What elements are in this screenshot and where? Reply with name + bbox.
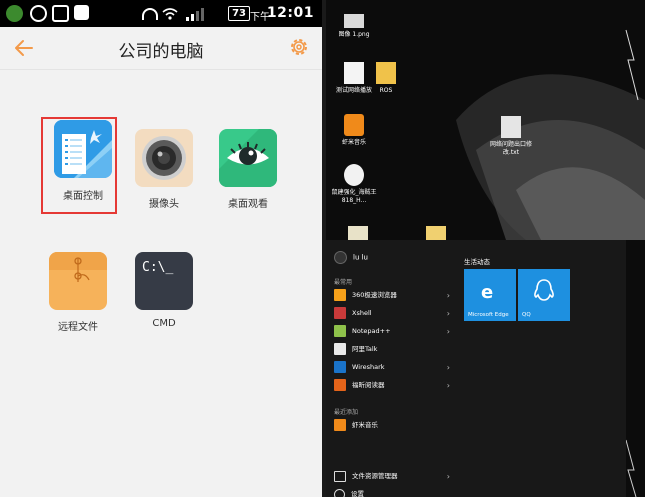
start-item-label: 虾米音乐 [352, 421, 378, 429]
app-desktop-control[interactable]: 桌面控制 [43, 120, 123, 202]
start-item-label: Wireshark [352, 363, 385, 371]
desktop-icon[interactable]: 网络问题出口修改.txt [482, 116, 540, 157]
desktop-icon[interactable]: 虾米音乐 [330, 114, 378, 147]
wifi-icon [162, 6, 178, 20]
status-bar: 73 下午 12:01 [0, 0, 322, 27]
mouse-app-icon [344, 164, 364, 186]
app-remote-files[interactable]: 远程文件 [38, 252, 118, 333]
start-menu: lu lu 最常用 360极速浏览器 › Xshell › Notepad++ › 阿… [326, 240, 626, 497]
chevron-right-icon: › [446, 381, 450, 390]
app-label: 桌面观看 [228, 199, 268, 210]
status-time: 12:01 [266, 5, 314, 21]
message-icon [74, 5, 89, 20]
app-label: 摄像头 [149, 199, 179, 210]
tiles-group-title: 生活动态 [464, 258, 490, 266]
desktop-icon[interactable]: ROS [362, 62, 410, 95]
app-header: 公司的电脑 [0, 27, 322, 70]
tile-label: QQ [522, 312, 531, 318]
xiami-music-icon [344, 114, 364, 136]
start-item-label: Notepad++ [352, 327, 391, 335]
folder-icon [376, 62, 396, 84]
desktop-control-icon [54, 120, 112, 178]
folder-icon [334, 470, 346, 482]
start-item-label: Xshell [352, 309, 372, 317]
headphone-icon [142, 8, 158, 20]
chevron-right-icon: › [446, 309, 450, 318]
edge-icon: e [481, 282, 494, 303]
app-label: 桌面控制 [63, 191, 103, 202]
app-label: CMD [152, 318, 176, 329]
desktop-icon-label: 图像 1.png [338, 31, 370, 38]
start-item-foxit[interactable]: 福昕阅读器 › [334, 378, 454, 393]
start-item-wireshark[interactable]: Wireshark › [334, 360, 454, 375]
file-icon [344, 62, 364, 84]
chevron-right-icon: › [446, 291, 450, 300]
desktop-icon-label: 网络问题出口修改.txt [489, 141, 532, 156]
weibo-icon [30, 5, 47, 22]
alitalk-icon [334, 343, 346, 355]
qq-icon [534, 279, 554, 301]
start-item-xshell[interactable]: Xshell › [334, 306, 454, 321]
folder-icon [49, 252, 107, 310]
start-item-xiami-music[interactable]: 虾米音乐 [334, 418, 454, 433]
most-used-title: 最常用 [334, 279, 353, 286]
app-camera[interactable]: 摄像头 [124, 129, 204, 210]
tile-qq[interactable]: QQ [518, 269, 570, 321]
desktop-icon-label: ROS [379, 87, 393, 94]
remote-desktop-view: 图像 1.png 测试网络播放 ROS 虾米音乐 网络问题出口修改.txt 鼠建… [326, 0, 645, 497]
image-file-icon [344, 14, 364, 28]
wireshark-icon [334, 361, 346, 373]
start-item-label: 360极速浏览器 [352, 291, 397, 299]
start-item-label: 文件资源管理器 [352, 472, 398, 480]
gear-icon [291, 39, 307, 55]
phone-screen: 73 下午 12:01 公司的电脑 桌面控制 摄像头 桌面观看 远程文件 C:\… [0, 0, 322, 497]
foxit-reader-icon [334, 379, 346, 391]
image-icon [52, 5, 69, 22]
file-icon [426, 226, 446, 240]
start-item-label: 阿里Talk [352, 345, 378, 353]
app-label: 远程文件 [58, 322, 98, 333]
notification-app-icon [6, 5, 23, 22]
cmd-prompt-text: C:\_ [142, 260, 174, 275]
terminal-icon: C:\_ [135, 252, 193, 310]
text-file-icon [501, 116, 521, 138]
start-item-label: 设置 [351, 490, 364, 497]
xiami-music-icon [334, 419, 346, 431]
desktop-icon-label: 鼠建强化_海贼王818_H... [331, 189, 377, 204]
settings-button[interactable] [288, 36, 310, 58]
chevron-right-icon: › [446, 363, 450, 372]
browser-360-icon [334, 289, 346, 301]
tile-microsoft-edge[interactable]: e Microsoft Edge [464, 269, 516, 321]
eye-icon [219, 129, 277, 187]
start-item-label: 福昕阅读器 [352, 381, 385, 389]
gear-icon [334, 488, 345, 497]
camera-icon [135, 129, 193, 187]
desktop-icon[interactable]: 鼠建强化_海贼王818_H... [330, 164, 378, 205]
page-title: 公司的电脑 [118, 42, 204, 62]
start-item-360-browser[interactable]: 360极速浏览器 › [334, 288, 454, 303]
xshell-icon [334, 307, 346, 319]
user-name: lu lu [353, 253, 368, 262]
chevron-right-icon: › [446, 327, 450, 336]
start-item-file-explorer[interactable]: 文件资源管理器 › [334, 469, 454, 484]
recently-added-title: 最近添加 [334, 409, 359, 416]
app-cmd[interactable]: C:\_ CMD [124, 252, 204, 329]
chevron-right-icon: › [446, 472, 450, 481]
start-item-alitalk[interactable]: 阿里Talk [334, 342, 454, 357]
tile-label: Microsoft Edge [468, 312, 509, 318]
signal-icon [186, 6, 208, 21]
start-item-notepadpp[interactable]: Notepad++ › [334, 324, 454, 339]
user-account[interactable]: lu lu [334, 251, 368, 264]
app-desktop-view[interactable]: 桌面观看 [208, 129, 288, 210]
file-icon [348, 226, 368, 240]
battery-indicator: 73 [228, 6, 250, 21]
notepadpp-icon [334, 325, 346, 337]
desktop-icon[interactable]: 图像 1.png [330, 14, 378, 39]
avatar [334, 251, 347, 264]
start-item-settings[interactable]: 设置 [334, 487, 454, 497]
desktop-icon-label: 虾米音乐 [341, 139, 366, 146]
